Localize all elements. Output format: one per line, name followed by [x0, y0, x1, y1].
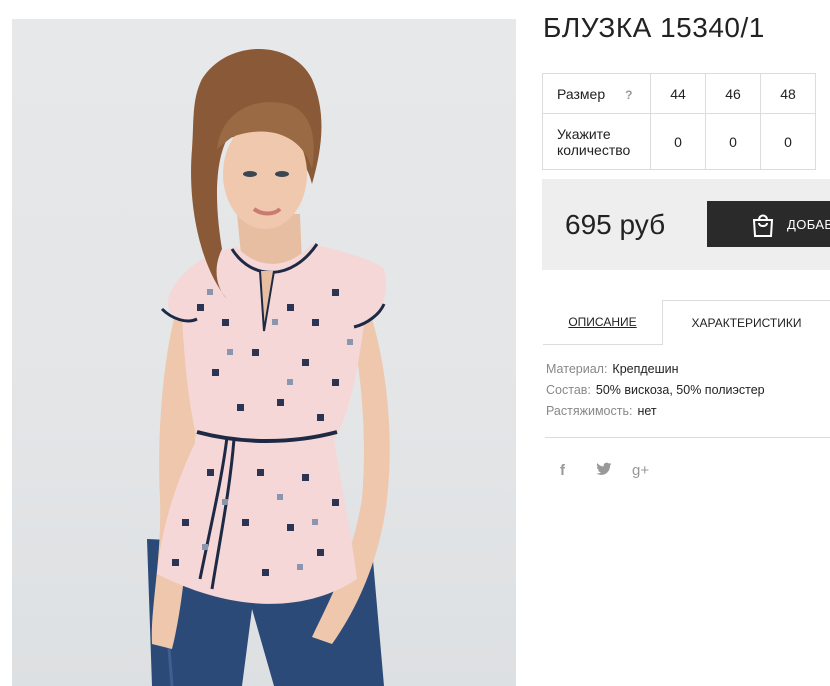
quantity-label-line2: количество [557, 141, 631, 158]
tab-characteristics[interactable]: ХАРАКТЕРИСТИКИ [662, 300, 830, 345]
quantity-input-48[interactable]: 0 [760, 113, 816, 170]
characteristic-value: Крепдешин [612, 362, 679, 376]
product-photo[interactable] [12, 19, 516, 686]
size-option-44: 44 [650, 73, 706, 114]
product-title: БЛУЗКА 15340/1 [543, 12, 765, 43]
size-row: Размер? 44 46 48 [542, 73, 816, 114]
product-photo-illustration [147, 49, 390, 686]
product-tabs: ОПИСАНИЕ ХАРАКТЕРИСТИКИ [543, 300, 830, 345]
size-label-cell: Размер? [542, 73, 651, 114]
add-to-cart-label: ДОБАВ [787, 216, 830, 232]
price: 695 руб [565, 209, 666, 240]
size-quantity-table: Размер? 44 46 48 Укажите количество 0 0 … [542, 73, 816, 170]
characteristic-value: 50% вискоза, 50% полиэстер [595, 383, 765, 397]
characteristic-row: Материал: Крепдешин [546, 362, 765, 383]
divider [545, 437, 830, 438]
quantity-label-line1: Укажите [557, 125, 611, 142]
twitter-icon[interactable] [596, 462, 612, 481]
size-option-46: 46 [705, 73, 761, 114]
tab-description[interactable]: ОПИСАНИЕ [543, 300, 662, 345]
quantity-row: Укажите количество 0 0 0 [542, 113, 816, 170]
size-label: Размер [557, 85, 606, 102]
quantity-input-44[interactable]: 0 [650, 113, 706, 170]
shopping-bag-icon [752, 214, 774, 237]
size-option-48: 48 [760, 73, 816, 114]
characteristic-key: Растяжимость: [546, 404, 633, 418]
price-panel: 695 руб ДОБАВ [542, 179, 830, 270]
googleplus-icon[interactable]: g+ [632, 462, 649, 479]
quantity-input-46[interactable]: 0 [705, 113, 761, 170]
characteristic-key: Материал: [546, 362, 608, 376]
facebook-icon[interactable]: f [560, 462, 565, 479]
characteristic-value: нет [637, 404, 657, 418]
size-help-icon[interactable]: ? [625, 88, 632, 102]
characteristic-row: Растяжимость: нет [546, 404, 765, 425]
characteristics-list: Материал: Крепдешин Состав: 50% вискоза, 5… [546, 362, 765, 425]
characteristic-key: Состав: [546, 383, 591, 397]
characteristic-row: Состав: 50% вискоза, 50% полиэстер [546, 383, 765, 404]
add-to-cart-button[interactable]: ДОБАВ [707, 201, 830, 247]
quantity-label-cell: Укажите количество [542, 113, 651, 170]
